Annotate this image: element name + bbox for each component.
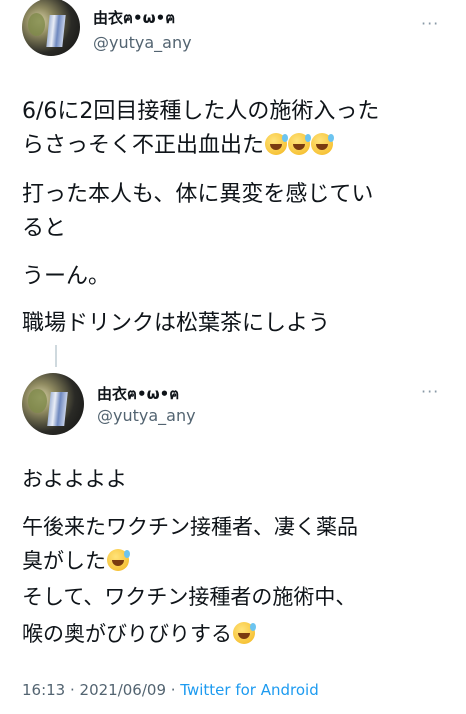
source-link[interactable]: Twitter for Android <box>180 681 318 699</box>
tweet-text: 臭がした <box>22 549 106 573</box>
tweet-text-line: 臭がした <box>22 544 130 578</box>
more-options-icon[interactable]: ··· <box>421 382 439 401</box>
avatar[interactable] <box>22 373 84 435</box>
more-options-icon[interactable]: ··· <box>421 14 439 33</box>
tweet-text-line: 6/6に2回目接種した人の施術入った <box>22 99 380 124</box>
tweet-text-line: らさっそく不正出血出た <box>22 129 335 163</box>
grinning-sweat-emoji-icon <box>288 133 312 155</box>
grinning-sweat-emoji-icon <box>265 133 289 155</box>
thread-connector-line <box>55 345 57 367</box>
tweet-text-line: およよよよ <box>22 467 127 491</box>
user-handle[interactable]: @yutya_any <box>93 33 192 52</box>
grinning-sweat-emoji-icon <box>233 622 256 644</box>
tweet-text: らさっそく不正出血出た <box>22 133 265 158</box>
grinning-sweat-emoji-icon <box>311 133 335 155</box>
timestamp[interactable]: 16:13 · 2021/06/09 · <box>22 681 180 699</box>
tweet-text-line: 職場ドリンクは松葉茶にしよう <box>22 311 331 336</box>
tweet-text: 喉の奥がびりびりする <box>22 622 232 646</box>
tweet-text-line: 午後来たワクチン接種者、凄く薬品 <box>22 515 358 539</box>
tweet-text-line: うーん。 <box>22 264 111 289</box>
tweet-text-line: 喉の奥がびりびりする <box>22 617 256 651</box>
display-name[interactable]: 由衣ฅ•ω•ฅ <box>97 382 179 406</box>
tweet-text-line: そして、ワクチン接種者の施術中、 <box>22 585 357 609</box>
display-name[interactable]: 由衣ฅ•ω•ฅ <box>93 6 175 30</box>
tweet-metadata: 16:13 · 2021/06/09 · Twitter for Android <box>22 681 319 699</box>
avatar[interactable] <box>22 0 80 56</box>
tweet-text-line: 打った本人も、体に異変を感じてい <box>22 182 374 207</box>
user-handle[interactable]: @yutya_any <box>97 406 196 425</box>
tweet-text-line: ると <box>22 216 67 241</box>
grinning-sweat-emoji-icon <box>107 549 130 571</box>
